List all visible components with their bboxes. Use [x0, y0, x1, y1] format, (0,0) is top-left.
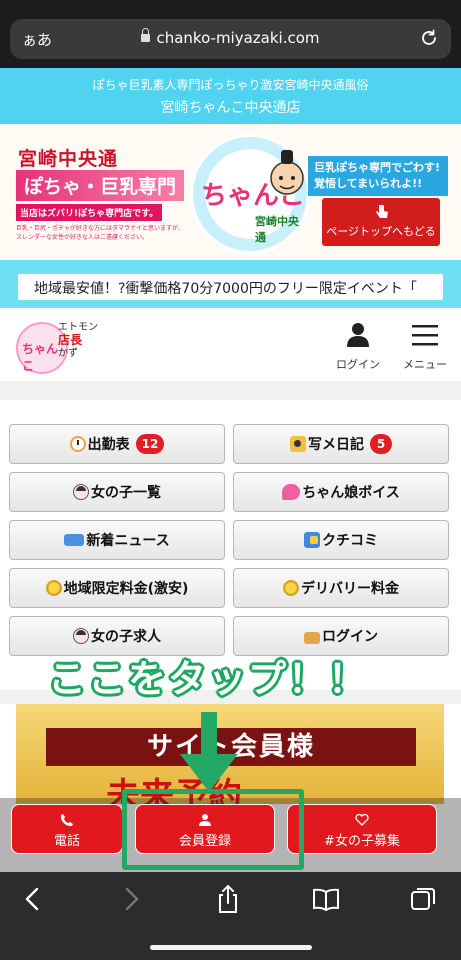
- phone-button[interactable]: 電話: [11, 804, 123, 854]
- news-icon: [64, 534, 85, 546]
- menu-voice-button[interactable]: ちゃん娘ボイス: [233, 472, 449, 512]
- page-top-button[interactable]: ページトップへもどる: [322, 198, 440, 246]
- clock-icon: [69, 436, 86, 452]
- logo-line2: 店長: [58, 333, 83, 347]
- lock-icon: [304, 632, 320, 644]
- count-badge: 5: [370, 434, 392, 454]
- menu-schedule-button[interactable]: 出勤表 12: [9, 424, 225, 464]
- menu-label: デリバリー料金: [301, 581, 399, 597]
- url-text: chanko-miyazaki.com: [156, 29, 320, 47]
- menu-photo-diary-button[interactable]: 写メ日記 5: [233, 424, 449, 464]
- page-top-label: ページトップへもどる: [326, 225, 436, 238]
- lock-icon: [141, 28, 151, 44]
- banner-area-title: 宮崎中央通: [18, 148, 119, 170]
- coin-icon: [45, 580, 62, 596]
- menu-label: 地域限定料金(激安): [63, 581, 189, 597]
- site-name[interactable]: 宮崎ちゃんこ中央通店: [0, 97, 461, 117]
- arrow-down-icon: [180, 712, 238, 792]
- menu-local-price-button[interactable]: 地域限定料金(激安): [9, 568, 225, 608]
- menu-label: 写メ日記: [308, 437, 364, 453]
- nav-header: ちゃんこ エトモン 店長 かず ログイン メニュー: [0, 308, 461, 382]
- browser-top-bar: ぁあ chanko-miyazaki.com: [0, 0, 461, 68]
- menu-label: 新着ニュース: [86, 533, 170, 549]
- coin-icon: [283, 580, 299, 596]
- reload-icon[interactable]: [419, 28, 439, 48]
- menu-nav-label: メニュー: [403, 358, 447, 371]
- logo-line1: エトモン: [58, 322, 98, 333]
- tap-highlight-box: [122, 789, 304, 870]
- banner-genre-title: ぽちゃ・巨乳専門: [16, 170, 185, 201]
- hamburger-icon: [412, 325, 438, 346]
- menu-label: ログイン: [322, 629, 378, 645]
- count-badge: 12: [135, 434, 165, 454]
- menu-reviews-button[interactable]: クチコミ: [233, 520, 449, 560]
- mascot-store: 宮崎中央通: [255, 215, 299, 244]
- menu-news-button[interactable]: 新着ニュース: [9, 520, 225, 560]
- banner-description: 巨乳・巨尻・ポチャが好きな方にはタマラナイと思いますが、スレンダーな女性が好きな…: [16, 225, 184, 241]
- phone-icon: [60, 814, 73, 827]
- logo-line3: かず: [58, 348, 78, 359]
- hand-pointer-icon: [376, 205, 388, 218]
- login-nav-label: ログイン: [336, 358, 380, 371]
- menu-nav-button[interactable]: メニュー: [396, 322, 454, 372]
- store-logo[interactable]: ちゃんこ エトモン 店長 かず: [16, 316, 106, 378]
- site-header: ぽちゃ巨乳素人専門ぽっちゃり激安宮崎中央通風俗 宮崎ちゃんこ中央通店: [0, 68, 461, 124]
- marquee-text: 地域最安値！?衝撃価格70分7000円のフリー限定イベント「: [34, 281, 417, 297]
- heart-icon: [355, 813, 369, 826]
- user-icon: [347, 323, 369, 347]
- menu-label: クチコミ: [322, 533, 378, 549]
- menu-grid: 出勤表 12 写メ日記 5 女の子一覧 ちゃん娘ボイス 新着ニュース クチコミ …: [0, 400, 461, 690]
- speech-bubble-icon: [282, 484, 301, 500]
- banner-left-panel: 宮崎中央通 ぽちゃ・巨乳専門 当店はズバリ!ぽちゃ専門店です。 巨乳・巨尻・ポチ…: [0, 124, 190, 260]
- menu-label: 女の子一覧: [91, 485, 161, 501]
- sumo-mascot-icon: [270, 150, 304, 195]
- banner-notice: 当店はズバリ!ぽちゃ専門店です。: [16, 204, 163, 221]
- tabs-icon[interactable]: [408, 884, 438, 914]
- tap-here-annotation: ここをタップ！！: [48, 657, 369, 701]
- recruit-button[interactable]: #女の子募集: [287, 804, 437, 854]
- banner-slogan: 巨乳ぽちゃ専門でごわす!覚悟してまいられよ!!: [308, 156, 448, 196]
- menu-label: 女の子求人: [91, 629, 161, 645]
- share-icon[interactable]: [213, 884, 243, 914]
- home-indicator[interactable]: [150, 945, 312, 950]
- review-chat-icon: [304, 532, 320, 548]
- camera-icon: [290, 436, 306, 452]
- login-nav-button[interactable]: ログイン: [330, 322, 386, 372]
- recruit-label: #女の子募集: [324, 834, 400, 849]
- menu-delivery-price-button[interactable]: デリバリー料金: [233, 568, 449, 608]
- girl-icon: [73, 628, 89, 644]
- menu-girls-list-button[interactable]: 女の子一覧: [9, 472, 225, 512]
- menu-label: ちゃん娘ボイス: [302, 485, 400, 501]
- section-divider: [0, 382, 461, 400]
- girl-icon: [73, 484, 89, 500]
- announcement-bar: 地域最安値！?衝撃価格70分7000円のフリー限定イベント「: [0, 260, 461, 308]
- site-tagline: ぽちゃ巨乳素人専門ぽっちゃり激安宮崎中央通風俗: [92, 78, 369, 92]
- marquee-box[interactable]: 地域最安値！?衝撃価格70分7000円のフリー限定イベント「: [18, 274, 443, 300]
- forward-icon[interactable]: [116, 884, 146, 914]
- back-icon[interactable]: [18, 884, 48, 914]
- bookmarks-icon[interactable]: [311, 884, 341, 914]
- address-bar[interactable]: ぁあ chanko-miyazaki.com: [10, 19, 451, 59]
- phone-label: 電話: [53, 834, 80, 849]
- menu-label: 出勤表: [87, 437, 130, 453]
